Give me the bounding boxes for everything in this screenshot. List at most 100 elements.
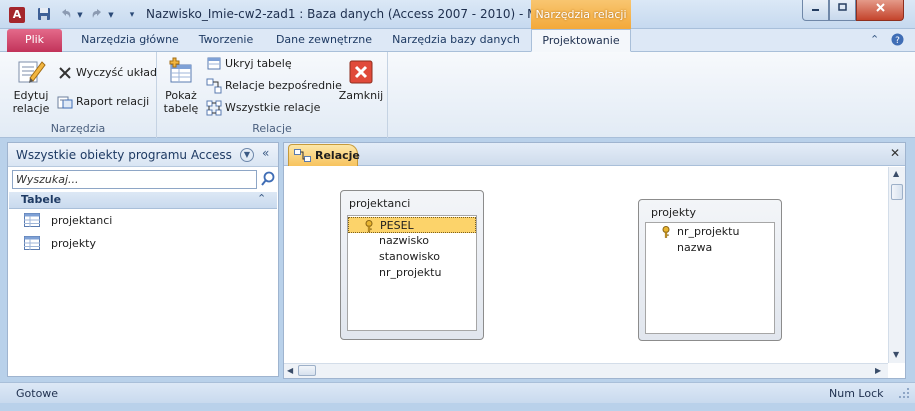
field-name: nr_projektu [379, 266, 442, 279]
direct-relationships-button[interactable]: Relacje bezpośrednie [206, 77, 342, 95]
save-icon[interactable] [36, 7, 52, 23]
scroll-left-icon[interactable]: ◀ [287, 366, 293, 375]
edit-relationships-label1: Edytuj [13, 89, 49, 102]
field-name: nazwisko [379, 234, 429, 247]
hide-table-button[interactable]: Ukryj tabelę [206, 55, 292, 73]
clear-layout-label: Wyczyść układ [76, 66, 157, 79]
maximize-icon [838, 3, 847, 11]
close-icon[interactable]: ✕ [890, 146, 900, 160]
relationship-report-button[interactable]: Raport relacji [57, 93, 149, 111]
customize-qat-icon[interactable]: ▾ [124, 7, 140, 23]
show-table-button[interactable]: Pokaż tabelę [163, 56, 199, 115]
table-box-title: projektanci [349, 197, 411, 210]
hide-table-label: Ukryj tabelę [225, 57, 292, 70]
tab-design[interactable]: Projektowanie [531, 29, 631, 52]
horizontal-scrollbar[interactable]: ◀ ▶ [284, 363, 888, 378]
vertical-scroll-thumb[interactable] [891, 184, 903, 200]
scroll-up-icon[interactable]: ▲ [893, 169, 899, 178]
tab-external-data[interactable]: Dane zewnętrzne [268, 29, 380, 52]
navigation-pane-header[interactable]: Wszystkie obiekty programu Access ▼ « [8, 143, 278, 167]
tab-home[interactable]: Narzędzia główne [70, 29, 190, 52]
status-bar: Gotowe Num Lock [0, 382, 915, 403]
direct-relationships-label: Relacje bezpośrednie [225, 79, 342, 92]
scroll-right-icon[interactable]: ▶ [875, 366, 881, 375]
field-name: nazwa [677, 241, 713, 254]
redo-dropdown-icon[interactable]: ▼ [103, 7, 119, 23]
field-list[interactable]: nr_projektu nazwa [645, 222, 775, 334]
tab-database-tools[interactable]: Narzędzia bazy danych [386, 29, 526, 52]
show-table-icon [169, 57, 192, 83]
minimize-icon [812, 9, 819, 11]
table-icon [24, 213, 40, 227]
group-tools-label: Narzędzia [50, 122, 106, 135]
tab-create[interactable]: Tworzenie [190, 29, 262, 52]
edit-relationships-icon [18, 61, 46, 83]
group-relationships-label: Relacje [252, 122, 292, 135]
field-row[interactable]: nr_projektu [646, 224, 774, 240]
group-tools: Edytuj relacje Wyczyść układ Raport rela… [0, 52, 157, 138]
direct-relationships-icon [206, 78, 222, 94]
nav-item-projektanci[interactable]: projektanci [22, 211, 262, 231]
all-relationships-button[interactable]: Wszystkie relacje [206, 99, 320, 117]
all-relationships-icon [206, 100, 222, 116]
svg-text:?: ? [895, 36, 900, 46]
access-app-icon[interactable]: A [9, 7, 25, 23]
table-box-title: projekty [651, 206, 697, 219]
table-box-projekty[interactable]: projekty nr_projektu nazwa [638, 199, 782, 341]
window-title: Nazwisko_Imie-cw2-zad1 : Baza danych (Ac… [146, 7, 563, 21]
collapse-pane-icon[interactable]: « [262, 146, 269, 160]
search-input[interactable]: Wyszukaj... [12, 170, 257, 189]
field-name: stanowisko [379, 250, 440, 263]
field-row[interactable]: nazwisko [348, 233, 476, 249]
nav-item-label: projekty [51, 237, 97, 250]
tab-file[interactable]: Plik [7, 29, 62, 52]
ribbon: Edytuj relacje Wyczyść układ Raport rela… [0, 52, 915, 138]
field-name: nr_projektu [677, 225, 740, 238]
chevron-down-icon[interactable]: ▼ [240, 148, 254, 162]
ribbon-tab-bar: Plik Narzędzia główne Tworzenie Dane zew… [0, 29, 915, 52]
primary-key-icon [365, 220, 373, 232]
close-relationships-button[interactable]: Zamknij [338, 56, 384, 102]
field-name: PESEL [380, 219, 414, 232]
close-icon [875, 3, 885, 12]
field-row[interactable]: PESEL [348, 217, 476, 233]
nav-item-projekty[interactable]: projekty [22, 234, 262, 254]
context-tab-title: Narzędzia relacji [531, 0, 631, 29]
field-row[interactable]: stanowisko [348, 249, 476, 265]
relationship-report-label: Raport relacji [76, 95, 150, 108]
table-box-projektanci[interactable]: projektanci PESEL nazwisko stanowisko nr… [340, 190, 484, 340]
primary-key-icon [662, 226, 670, 238]
title-bar: A ▼ ▼ ▾ Nazwisko_Imie-cw2-zad1 : Baza da… [0, 0, 915, 29]
clear-layout-icon [59, 67, 71, 79]
resize-grip-icon[interactable] [898, 387, 910, 399]
field-list[interactable]: PESEL nazwisko stanowisko nr_projektu [347, 215, 477, 331]
nav-section-tables[interactable]: Tabele ⌃ [9, 192, 277, 209]
status-text: Gotowe [16, 387, 59, 400]
hide-table-icon [207, 57, 221, 70]
undo-dropdown-icon[interactable]: ▼ [72, 7, 88, 23]
edit-relationships-button[interactable]: Edytuj relacje [9, 56, 53, 115]
minimize-button[interactable] [802, 0, 829, 21]
horizontal-scroll-thumb[interactable] [298, 365, 316, 376]
show-table-label1: Pokaż [165, 89, 197, 102]
scroll-down-icon[interactable]: ▼ [893, 350, 899, 359]
show-table-label2: tabelę [163, 102, 199, 115]
minimize-ribbon-icon[interactable]: ⌃ [870, 33, 879, 46]
search-icon[interactable] [260, 171, 276, 187]
relationships-canvas[interactable]: projektanci PESEL nazwisko stanowisko nr… [284, 167, 888, 363]
all-relationships-label: Wszystkie relacje [225, 101, 321, 114]
navigation-pane-title: Wszystkie obiekty programu Access [16, 148, 232, 162]
vertical-scrollbar[interactable]: ▲ ▼ [888, 167, 905, 363]
help-icon[interactable]: ? [891, 33, 904, 49]
relationships-document: Relacje ✕ projektanci PESEL nazwisko sta… [283, 142, 906, 379]
nav-item-label: projektanci [51, 214, 113, 227]
maximize-button[interactable] [829, 0, 856, 21]
clear-layout-button[interactable]: Wyczyść układ [57, 64, 157, 82]
chevron-up-icon[interactable]: ⌃ [257, 192, 266, 205]
close-red-x-icon [349, 60, 373, 84]
field-row[interactable]: nr_projektu [348, 265, 476, 281]
close-relationships-label: Zamknij [338, 89, 384, 102]
field-row[interactable]: nazwa [646, 240, 774, 256]
close-window-button[interactable] [856, 0, 904, 21]
tab-relationships[interactable]: Relacje [288, 144, 360, 166]
